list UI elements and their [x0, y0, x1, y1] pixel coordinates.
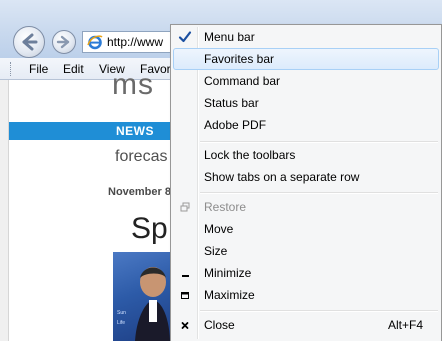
- menu-item-label: Lock the toolbars: [204, 148, 296, 162]
- menu-item-maximize[interactable]: Maximize: [173, 284, 439, 306]
- menu-item-label: Move: [204, 222, 234, 236]
- menu-item-minimize[interactable]: Minimize: [173, 262, 439, 284]
- svg-text:Life: Life: [117, 320, 125, 326]
- minimize-icon: [182, 275, 189, 277]
- screen: http://www File Edit View Favor ms NEWS …: [0, 0, 442, 341]
- news-section-bar[interactable]: NEWS: [9, 122, 179, 140]
- menu-item-label: Maximize: [204, 288, 255, 302]
- menu-item-label: Minimize: [204, 266, 252, 280]
- toolbar-context-menu: Menu bar Favorites bar Command bar Statu…: [170, 24, 442, 341]
- menu-item-restore[interactable]: Restore: [173, 196, 439, 218]
- menu-edit[interactable]: Edit: [63, 62, 84, 76]
- back-arrow-icon: [22, 33, 38, 51]
- menu-item-label: Menu bar: [204, 30, 255, 44]
- menu-separator: [200, 192, 438, 194]
- menu-item-tabs-separate-row[interactable]: Show tabs on a separate row: [173, 166, 439, 188]
- maximize-icon: [181, 292, 189, 299]
- news-label: NEWS: [116, 124, 154, 138]
- internet-explorer-icon: [87, 35, 103, 50]
- back-button[interactable]: [13, 26, 45, 58]
- restore-icon: [180, 202, 190, 212]
- menu-item-status-bar[interactable]: Status bar: [173, 92, 439, 114]
- menu-separator: [200, 310, 438, 312]
- menu-item-favorites-bar[interactable]: Favorites bar: [173, 48, 439, 70]
- menu-item-label: Status bar: [204, 96, 259, 110]
- forward-button[interactable]: [52, 30, 76, 54]
- svg-text:Sun: Sun: [117, 310, 126, 316]
- article-photo[interactable]: Sun Life: [113, 252, 170, 341]
- site-logo[interactable]: ms: [112, 68, 154, 102]
- menu-item-size[interactable]: Size: [173, 240, 439, 262]
- menu-item-close[interactable]: Close Alt+F4: [173, 314, 439, 336]
- menu-item-menu-bar[interactable]: Menu bar: [173, 26, 439, 48]
- menu-item-move[interactable]: Move: [173, 218, 439, 240]
- page-left-edge: [0, 80, 9, 341]
- menu-item-label: Adobe PDF: [204, 118, 267, 132]
- close-shortcut: Alt+F4: [387, 318, 423, 332]
- menu-item-label: Size: [204, 244, 228, 258]
- forecast-text[interactable]: forecas: [115, 148, 167, 166]
- menu-separator: [200, 141, 438, 143]
- address-bar[interactable]: http://www: [82, 31, 182, 53]
- photo-content: Sun Life: [117, 267, 170, 341]
- address-text: http://www: [107, 35, 164, 49]
- menu-item-adobe-pdf[interactable]: Adobe PDF: [173, 114, 439, 136]
- article-headline[interactable]: Sp: [131, 212, 168, 246]
- menu-item-label: Command bar: [204, 74, 281, 88]
- menu-item-label: Favorites bar: [204, 52, 275, 66]
- checkmark-icon: [178, 31, 192, 43]
- toolbar-grip[interactable]: [10, 62, 14, 76]
- menu-item-command-bar[interactable]: Command bar: [173, 70, 439, 92]
- menu-item-lock-toolbars[interactable]: Lock the toolbars: [173, 144, 439, 166]
- menu-item-label: Close: [204, 318, 235, 332]
- menu-file[interactable]: File: [29, 62, 48, 76]
- menu-item-label: Show tabs on a separate row: [204, 170, 360, 184]
- close-icon: [181, 322, 189, 329]
- forward-arrow-icon: [56, 35, 70, 49]
- menu-item-label: Restore: [204, 200, 247, 214]
- dateline: November 8: [108, 186, 171, 198]
